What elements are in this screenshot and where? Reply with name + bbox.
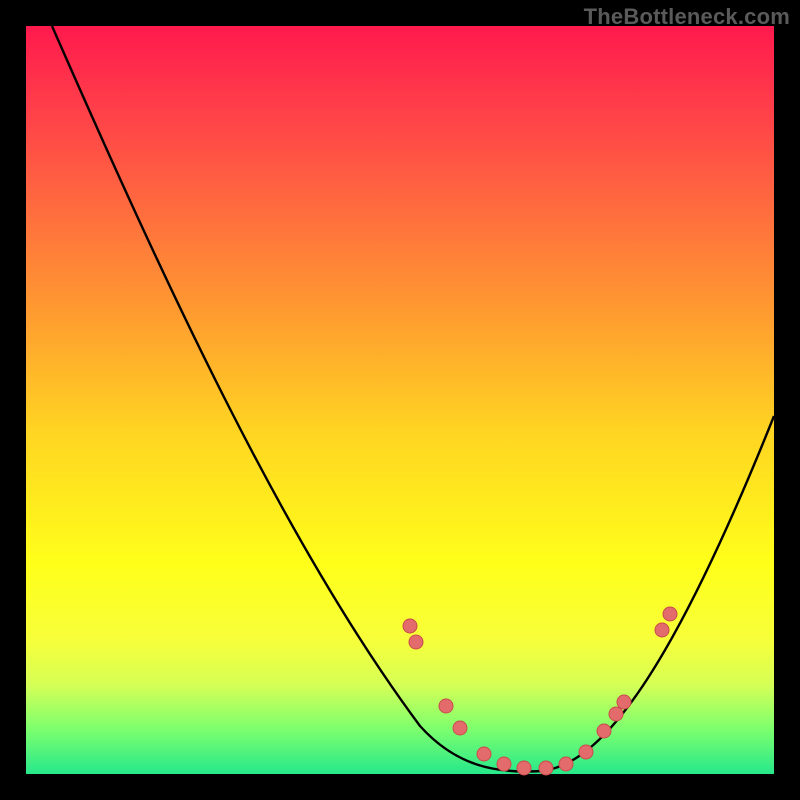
data-point-marker — [663, 607, 677, 621]
data-point-marker — [477, 747, 491, 761]
chart-svg — [26, 26, 774, 774]
data-point-marker — [453, 721, 467, 735]
data-point-marker — [559, 757, 573, 771]
data-point-marker — [497, 757, 511, 771]
chart-frame: TheBottleneck.com — [0, 0, 800, 800]
data-point-marker — [409, 635, 423, 649]
marker-group — [403, 607, 677, 775]
data-point-marker — [597, 724, 611, 738]
data-point-marker — [517, 761, 531, 775]
bottleneck-curve — [52, 26, 774, 772]
data-point-marker — [609, 707, 623, 721]
watermark-text: TheBottleneck.com — [584, 4, 790, 30]
data-point-marker — [403, 619, 417, 633]
data-point-marker — [579, 745, 593, 759]
data-point-marker — [655, 623, 669, 637]
data-point-marker — [539, 761, 553, 775]
data-point-marker — [617, 695, 631, 709]
data-point-marker — [439, 699, 453, 713]
